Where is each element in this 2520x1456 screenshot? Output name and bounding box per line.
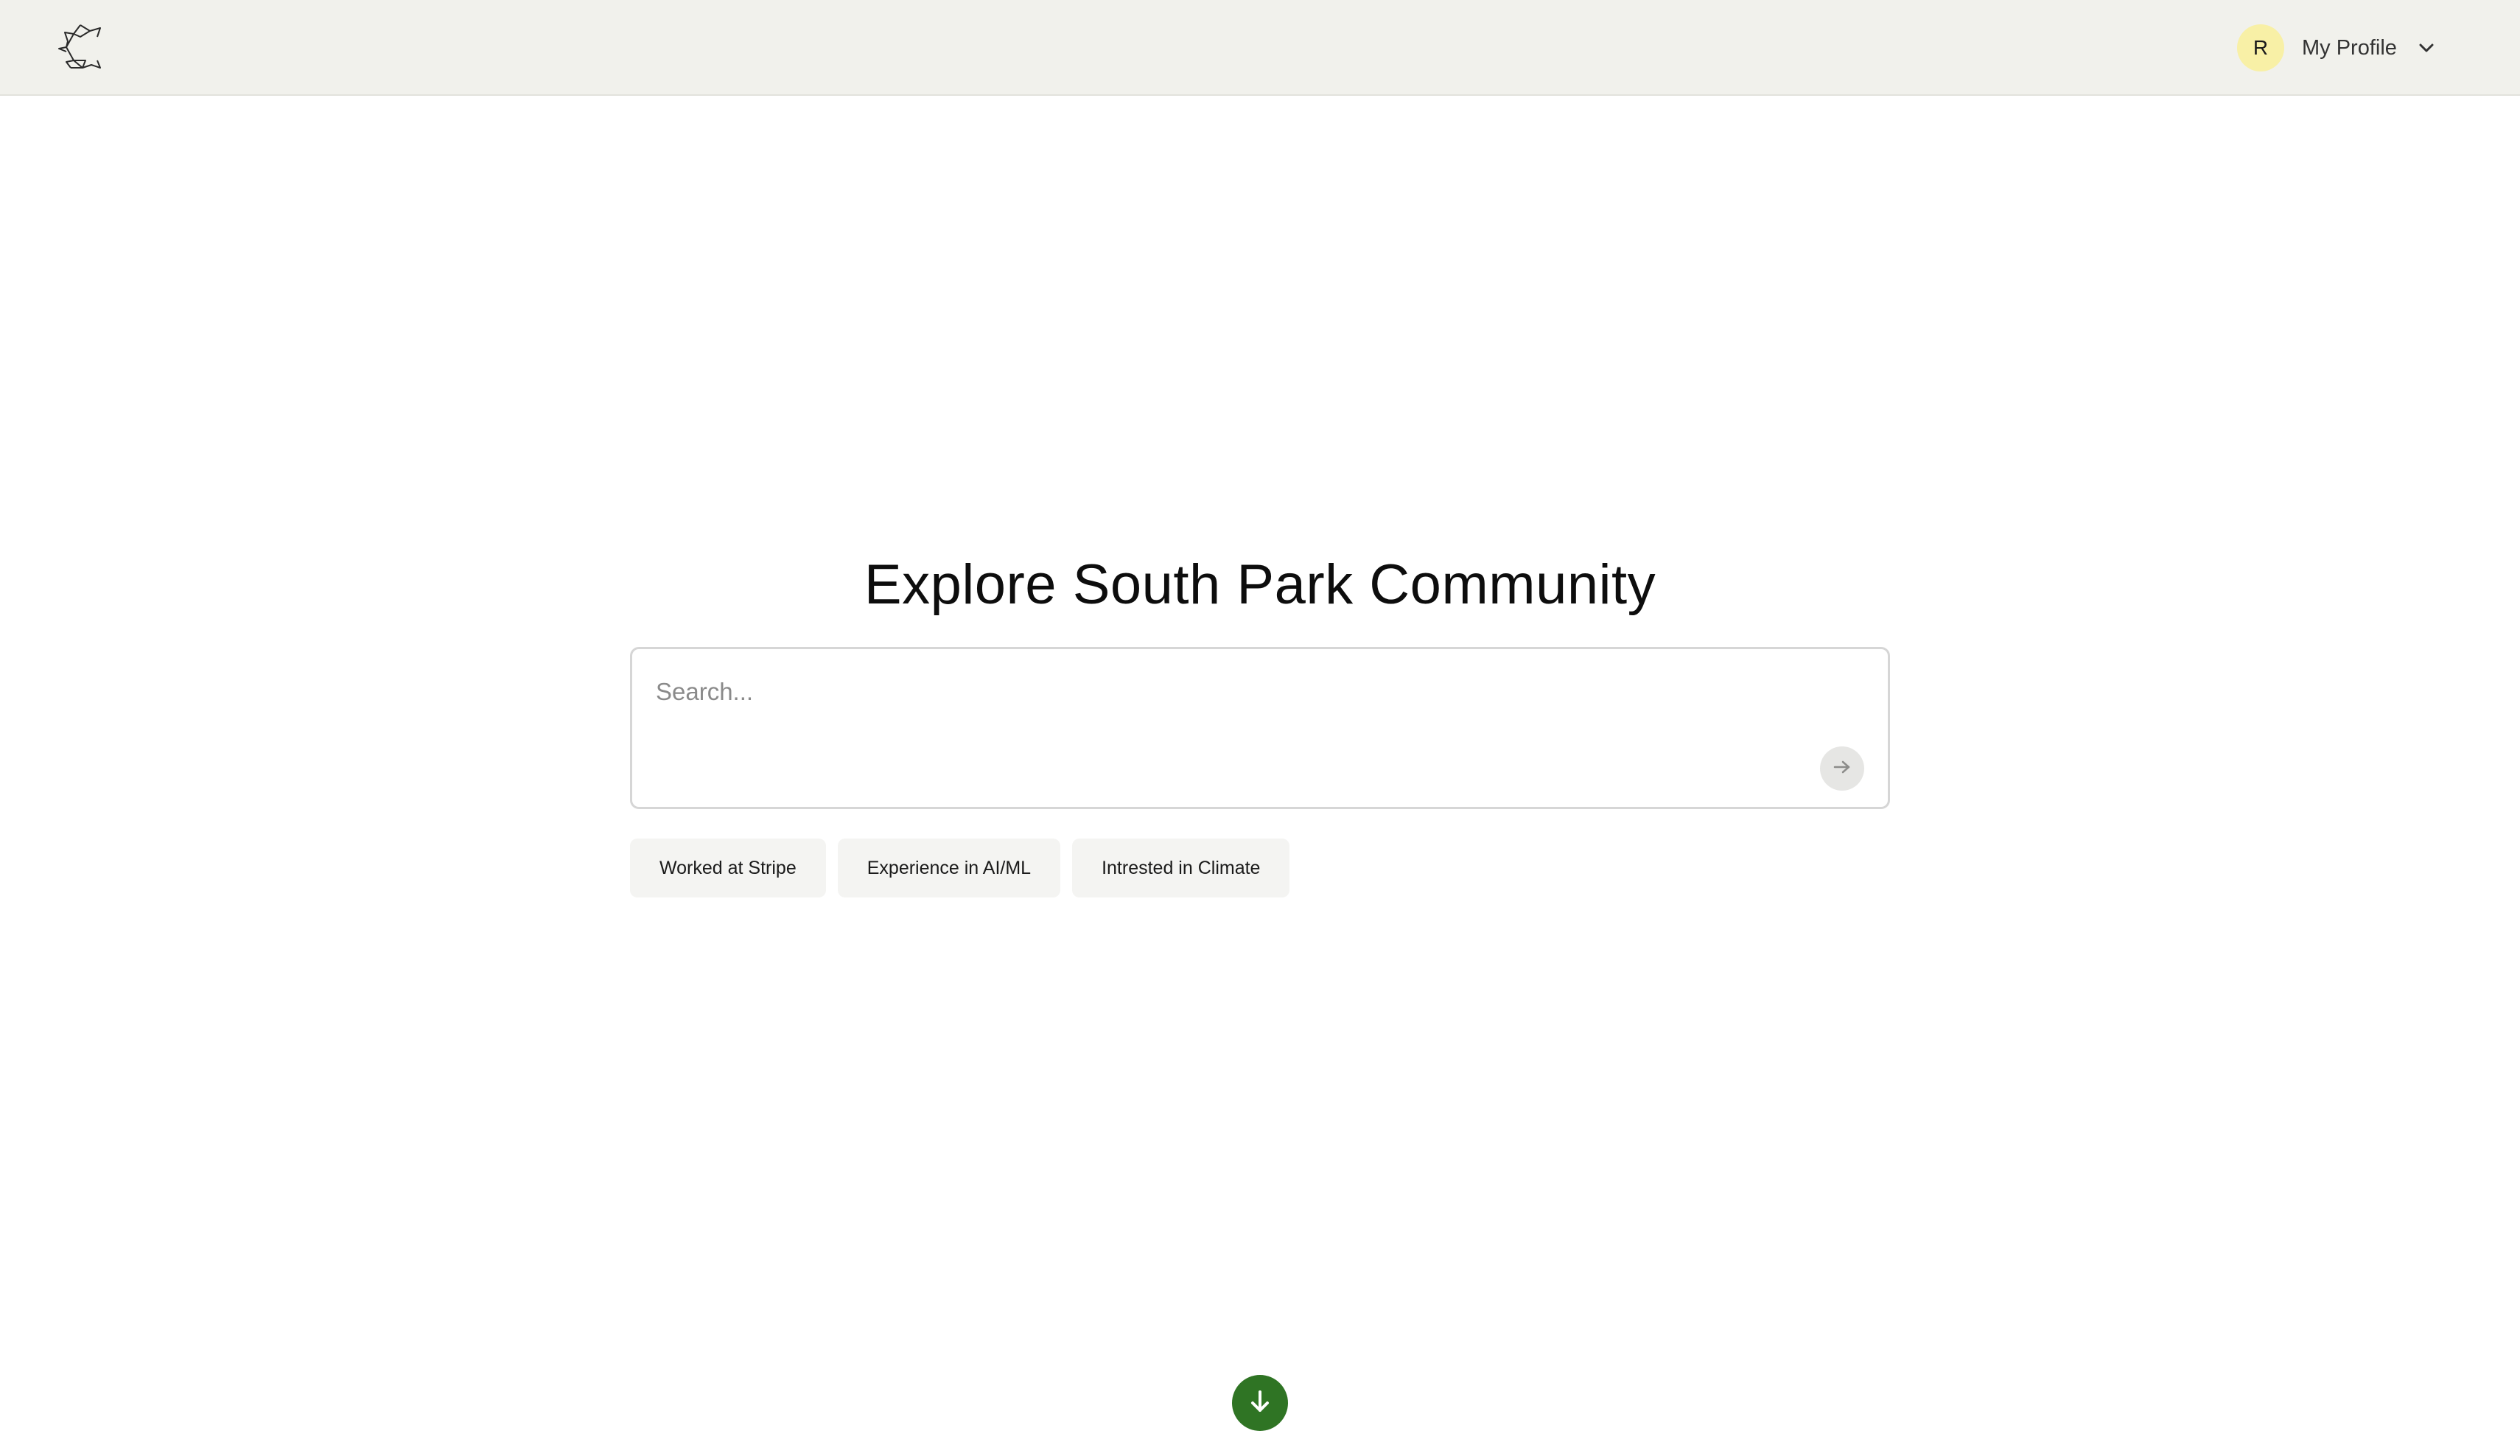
suggestion-chip-ai-ml[interactable]: Experience in AI/ML bbox=[837, 839, 1061, 897]
suggestion-chip-stripe[interactable]: Worked at Stripe bbox=[630, 839, 826, 897]
arrow-down-icon bbox=[1249, 1389, 1271, 1418]
suggestion-chip-climate[interactable]: Intrested in Climate bbox=[1072, 839, 1290, 897]
suggestion-chips: Worked at Stripe Experience in AI/ML Int… bbox=[630, 839, 1290, 897]
profile-menu[interactable]: R My Profile bbox=[2237, 24, 2437, 72]
avatar[interactable]: R bbox=[2237, 24, 2284, 71]
scroll-down-button[interactable] bbox=[1232, 1375, 1288, 1431]
page-title: Explore South Park Community bbox=[864, 553, 1656, 616]
chevron-down-icon[interactable] bbox=[2416, 38, 2437, 58]
community-logo-icon[interactable] bbox=[56, 22, 105, 72]
search-box[interactable] bbox=[630, 647, 1890, 809]
avatar-initial: R bbox=[2253, 36, 2269, 59]
profile-label[interactable]: My Profile bbox=[2302, 36, 2397, 60]
arrow-right-icon bbox=[1833, 760, 1852, 778]
search-submit-button[interactable] bbox=[1820, 746, 1864, 791]
top-navigation-bar: R My Profile bbox=[0, 0, 2520, 96]
search-input[interactable] bbox=[656, 670, 1805, 714]
